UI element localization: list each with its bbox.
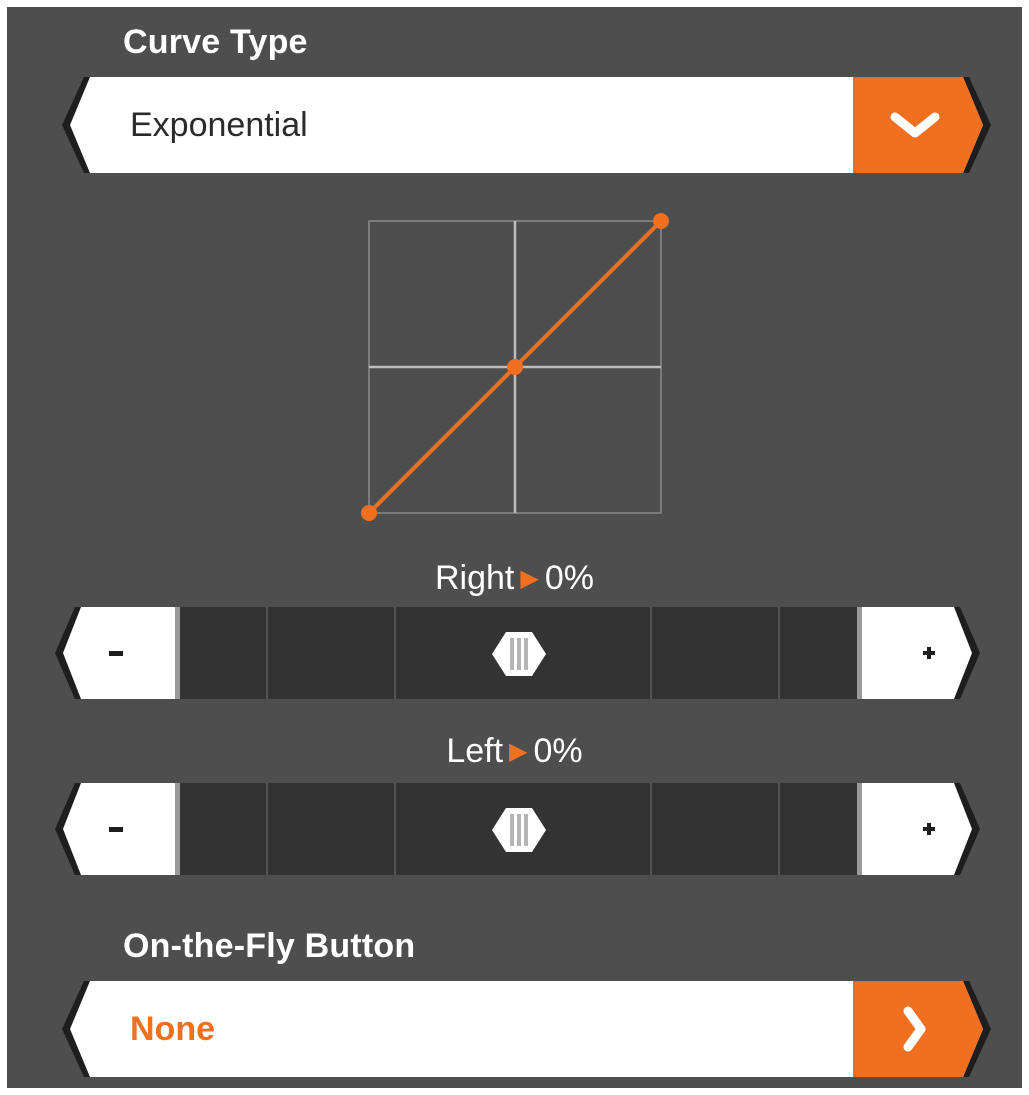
curve-type-dropdown[interactable]: Exponential — [62, 77, 991, 173]
plus-icon — [923, 823, 935, 835]
left-slider[interactable] — [55, 783, 980, 875]
left-value: 0% — [533, 732, 583, 770]
right-slider[interactable] — [55, 607, 980, 699]
curve-settings-screen: Curve Type Exponential Right ▶ 0% Left ▶… — [7, 7, 1022, 1088]
on-the-fly-open-button[interactable] — [853, 981, 979, 1077]
right-decrease-button[interactable] — [55, 607, 175, 699]
on-the-fly-label: On-the-Fly Button — [123, 927, 416, 965]
curve-point-1 — [507, 359, 523, 375]
right-increase-button[interactable] — [860, 607, 980, 699]
slider-thumb-icon — [491, 808, 546, 852]
right-value: 0% — [544, 559, 594, 597]
curve-type-expand-button[interactable] — [853, 77, 979, 173]
triangle-right-icon: ▶ — [509, 738, 528, 765]
curve-point-2 — [653, 213, 669, 229]
minus-icon — [109, 651, 123, 656]
right-value-label: Right ▶ 0% — [7, 559, 1022, 598]
right-label: Right — [435, 559, 515, 597]
curve-graph — [361, 213, 669, 521]
on-the-fly-value: None — [130, 1010, 215, 1048]
left-label: Left — [446, 732, 504, 770]
chevron-down-icon — [890, 112, 940, 138]
chevron-right-icon — [903, 1006, 926, 1052]
curve-type-label: Curve Type — [123, 23, 308, 61]
left-slider-thumb[interactable] — [488, 806, 550, 854]
left-increase-button[interactable] — [860, 783, 980, 875]
triangle-right-icon: ▶ — [520, 565, 539, 592]
slider-thumb-icon — [491, 632, 546, 676]
curve-type-value: Exponential — [130, 106, 308, 144]
left-value-label: Left ▶ 0% — [7, 732, 1022, 771]
curve-point-0 — [361, 505, 377, 521]
right-slider-thumb[interactable] — [488, 630, 550, 678]
left-decrease-button[interactable] — [55, 783, 175, 875]
plus-icon — [923, 647, 935, 659]
on-the-fly-selector[interactable]: None — [62, 981, 991, 1077]
minus-icon — [109, 827, 123, 832]
